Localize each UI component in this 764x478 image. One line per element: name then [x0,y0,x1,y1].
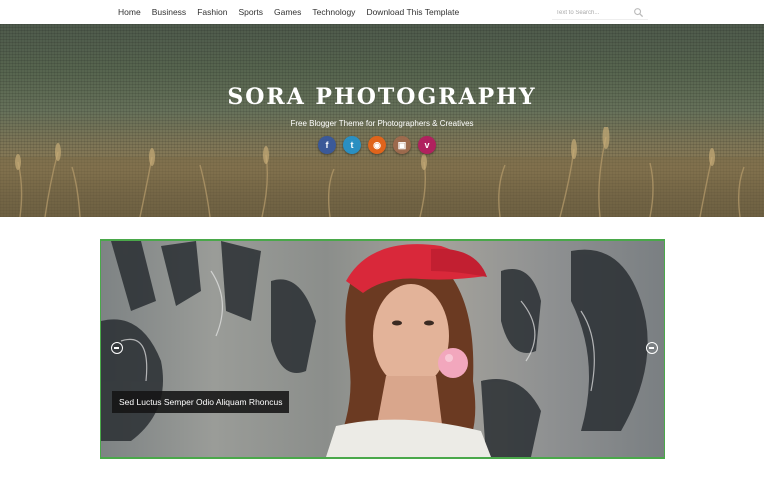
slider-next-arrow-icon[interactable] [646,342,658,354]
nav-link-download-template[interactable]: Download This Template [366,7,459,17]
featured-slider: Sed Luctus Semper Odio Aliquam Rhoncus [100,239,665,459]
search-box [552,6,648,20]
nav-link-home[interactable]: Home [118,7,141,17]
nav-menu: Home Business Fashion Sports Games Techn… [118,0,470,24]
site-title[interactable]: SORA PHOTOGRAPHY [0,84,764,110]
vimeo-icon[interactable]: v [418,136,436,154]
nav-link-business[interactable]: Business [152,7,187,17]
slide-image[interactable] [101,241,664,457]
facebook-glyph: f [325,140,329,150]
twitter-icon[interactable]: t [343,136,361,154]
nav-link-fashion[interactable]: Fashion [197,7,227,17]
nav-link-games[interactable]: Games [274,7,301,17]
site-description: Free Blogger Theme for Photographers & C… [290,119,474,128]
instagram-icon[interactable]: ▣ [393,136,411,154]
rss-glyph: ◉ [373,139,381,150]
header-banner: SORA PHOTOGRAPHY Free Blogger Theme for … [0,24,764,217]
social-icons: f t ◉ ▣ v [318,136,443,154]
vimeo-glyph: v [424,140,430,150]
instagram-glyph: ▣ [397,139,407,150]
nav-link-technology[interactable]: Technology [312,7,355,17]
slide-caption[interactable]: Sed Luctus Semper Odio Aliquam Rhoncus [112,391,290,413]
rss-icon[interactable]: ◉ [368,136,386,154]
search-input[interactable] [556,6,626,19]
top-navigation: Home Business Fashion Sports Games Techn… [0,0,764,24]
nav-link-sports[interactable]: Sports [238,7,263,17]
facebook-icon[interactable]: f [318,136,336,154]
twitter-glyph: t [350,140,354,150]
search-icon[interactable] [633,7,644,18]
slider-prev-arrow-icon[interactable] [111,342,123,354]
